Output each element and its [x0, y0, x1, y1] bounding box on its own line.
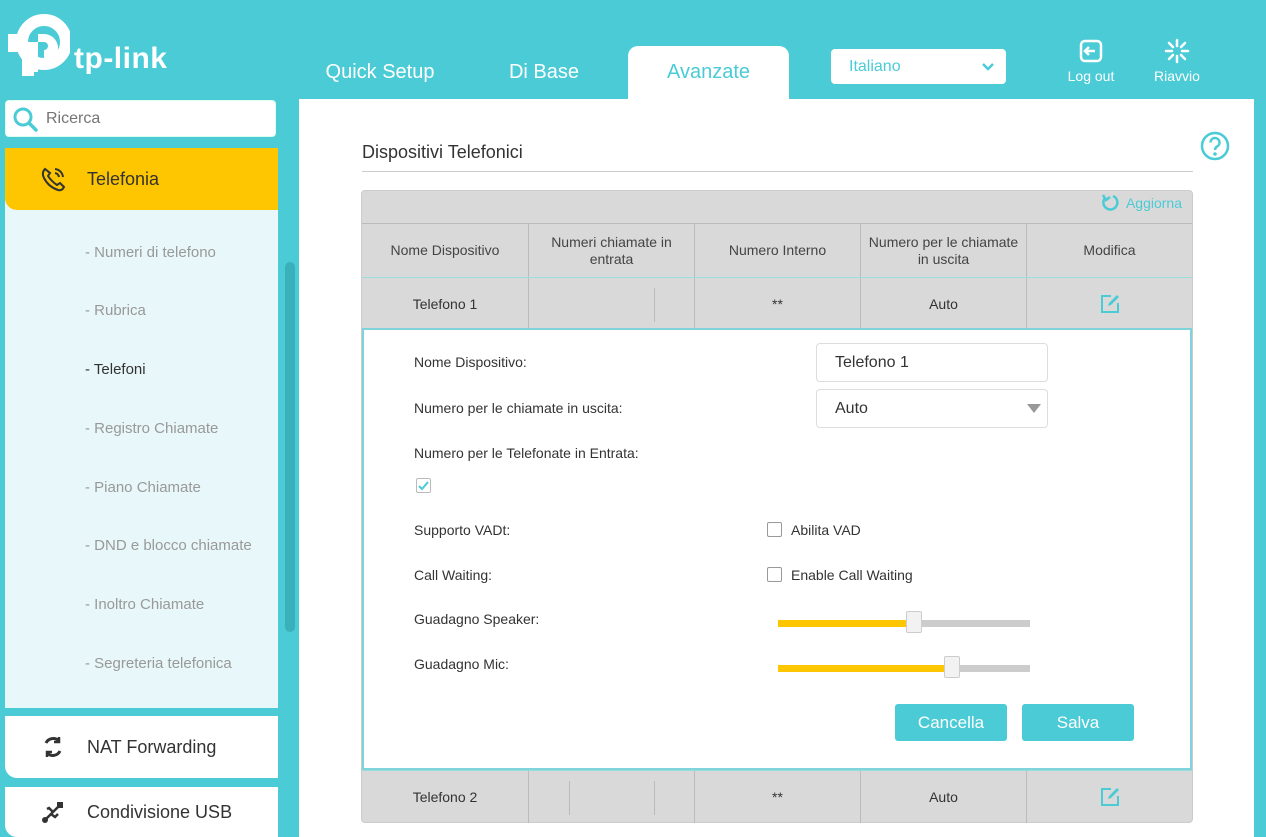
table-header: Nome Dispositivo Numeri chiamate in entr… [362, 223, 1192, 277]
tab-quick-setup[interactable]: Quick Setup [300, 46, 460, 99]
sidebar-item-telefonia-label: Telefonia [87, 168, 160, 189]
sidebar-scrollbar[interactable] [285, 262, 295, 632]
mic-gain-handle[interactable] [943, 656, 960, 678]
save-button[interactable]: Salva [1022, 704, 1134, 741]
column-header: Nome Dispositivo [362, 224, 529, 277]
call-waiting-label: Call Waiting: [414, 567, 493, 583]
cell-outgoing: Auto [861, 278, 1027, 330]
sidebar-subitem-dnd-blocco[interactable]: - DND e blocco chiamate [85, 537, 252, 554]
search-box[interactable] [5, 100, 276, 137]
language-value: Italiano [849, 57, 901, 75]
cell-edit [1027, 278, 1192, 330]
reboot-button[interactable]: Riavvio [1142, 38, 1212, 84]
sidebar-item-condivisione-usb[interactable]: Condivisione USB [5, 787, 278, 837]
outgoing-number-value: Auto [835, 399, 868, 417]
speaker-gain-fill [778, 620, 915, 627]
refresh-button[interactable]: Aggiorna [1100, 193, 1182, 213]
cell-device-name: Telefono 2 [362, 771, 529, 823]
search-input[interactable] [46, 109, 256, 128]
device-name-value: Telefono 1 [835, 353, 909, 371]
sidebar-subitem-rubrica[interactable]: - Rubrica [85, 302, 146, 319]
logout-button[interactable]: Log out [1056, 38, 1126, 84]
tab-avanzate[interactable]: Avanzate [628, 46, 789, 99]
incoming-number-label: Numero per le Telefonate in Entrata: [414, 445, 639, 461]
phone-icon [41, 167, 66, 192]
mic-gain-fill [778, 665, 952, 672]
sidebar-subitem-numeri-di-telefono[interactable]: - Numeri di telefono [85, 244, 216, 261]
incoming-number-checkbox[interactable] [416, 478, 431, 493]
sidebar-item-telefonia[interactable]: Telefonia [5, 148, 278, 210]
sidebar-subitem-piano-chiamate[interactable]: - Piano Chiamate [85, 479, 201, 496]
mic-gain-slider[interactable] [778, 656, 1030, 678]
checkmark-icon [418, 481, 429, 491]
reboot-label: Riavvio [1154, 68, 1200, 84]
cell-internal: ** [695, 278, 861, 330]
sidebar-subitem-registro-chiamate[interactable]: - Registro Chiamate [85, 420, 218, 437]
search-icon [13, 107, 38, 132]
vad-label: Supporto VADt: [414, 522, 511, 538]
sidebar-subitem-inoltro-chiamate[interactable]: - Inoltro Chiamate [85, 596, 204, 613]
edit-icon[interactable] [1099, 786, 1121, 808]
usb-icon [42, 802, 63, 823]
mic-gain-label: Guadagno Mic: [414, 656, 509, 672]
cell-incoming [529, 278, 695, 330]
table-row: Telefono 1 ** Auto [362, 277, 1192, 330]
page-title: Dispositivi Telefonici [362, 142, 523, 162]
edit-icon[interactable] [1099, 293, 1121, 315]
vad-checkbox-label: Abilita VAD [791, 522, 861, 538]
column-header: Numeri chiamate in entrata [529, 224, 695, 277]
sidebar-item-condivisione-usb-label: Condivisione USB [87, 801, 233, 822]
title-divider [362, 171, 1193, 172]
logo-text: tp-link [74, 42, 168, 75]
help-icon[interactable] [1199, 130, 1231, 167]
call-waiting-checkbox[interactable] [767, 567, 782, 582]
tp-link-logo: tp-link [4, 12, 184, 78]
cell-device-name: Telefono 1 [362, 278, 529, 330]
edit-device-panel: Nome Dispositivo: Telefono 1 Numero per … [362, 328, 1192, 770]
logout-icon [1079, 39, 1103, 63]
speaker-gain-label: Guadagno Speaker: [414, 611, 540, 627]
refresh-label: Aggiorna [1125, 195, 1182, 211]
column-header: Modifica [1083, 242, 1136, 258]
device-name-input[interactable]: Telefono 1 [816, 343, 1048, 382]
sidebar-subitem-telefoni[interactable]: - Telefoni [85, 361, 146, 378]
refresh-icon [1101, 194, 1119, 211]
column-header: Numero per le chiamate in uscita [861, 224, 1027, 277]
chevron-down-icon [982, 63, 994, 71]
speaker-gain-handle[interactable] [906, 611, 923, 633]
outgoing-number-label: Numero per le chiamate in uscita: [414, 400, 623, 416]
sidebar-subitem-segreteria[interactable]: - Segreteria telefonica [85, 655, 232, 672]
table-row: Telefono 2 ** Auto [362, 770, 1192, 823]
cell-edit [1027, 771, 1192, 823]
sidebar-item-nat-forwarding-label: NAT Forwarding [87, 736, 217, 757]
device-name-label: Nome Dispositivo: [414, 354, 527, 370]
tp-link-logo-icon [8, 14, 72, 76]
cell-internal: ** [695, 771, 861, 823]
outgoing-number-select[interactable]: Auto [816, 389, 1048, 428]
logout-label: Log out [1067, 68, 1115, 84]
speaker-gain-slider[interactable] [778, 611, 1030, 633]
column-header: Numero Interno [695, 224, 861, 277]
call-waiting-checkbox-label: Enable Call Waiting [791, 567, 913, 583]
cancel-button[interactable]: Cancella [895, 704, 1007, 741]
language-select[interactable]: Italiano [831, 49, 1006, 84]
dropdown-arrow-icon [1027, 404, 1041, 413]
vad-checkbox[interactable] [767, 522, 782, 537]
cell-outgoing: Auto [861, 771, 1027, 823]
tab-di-base[interactable]: Di Base [464, 46, 624, 99]
nat-forwarding-icon [44, 737, 62, 757]
devices-table: Aggiorna Nome Dispositivo Numeri chiamat… [361, 190, 1193, 823]
reboot-icon [1164, 38, 1190, 64]
cell-incoming [529, 771, 695, 823]
sidebar-item-nat-forwarding[interactable]: NAT Forwarding [5, 716, 278, 778]
